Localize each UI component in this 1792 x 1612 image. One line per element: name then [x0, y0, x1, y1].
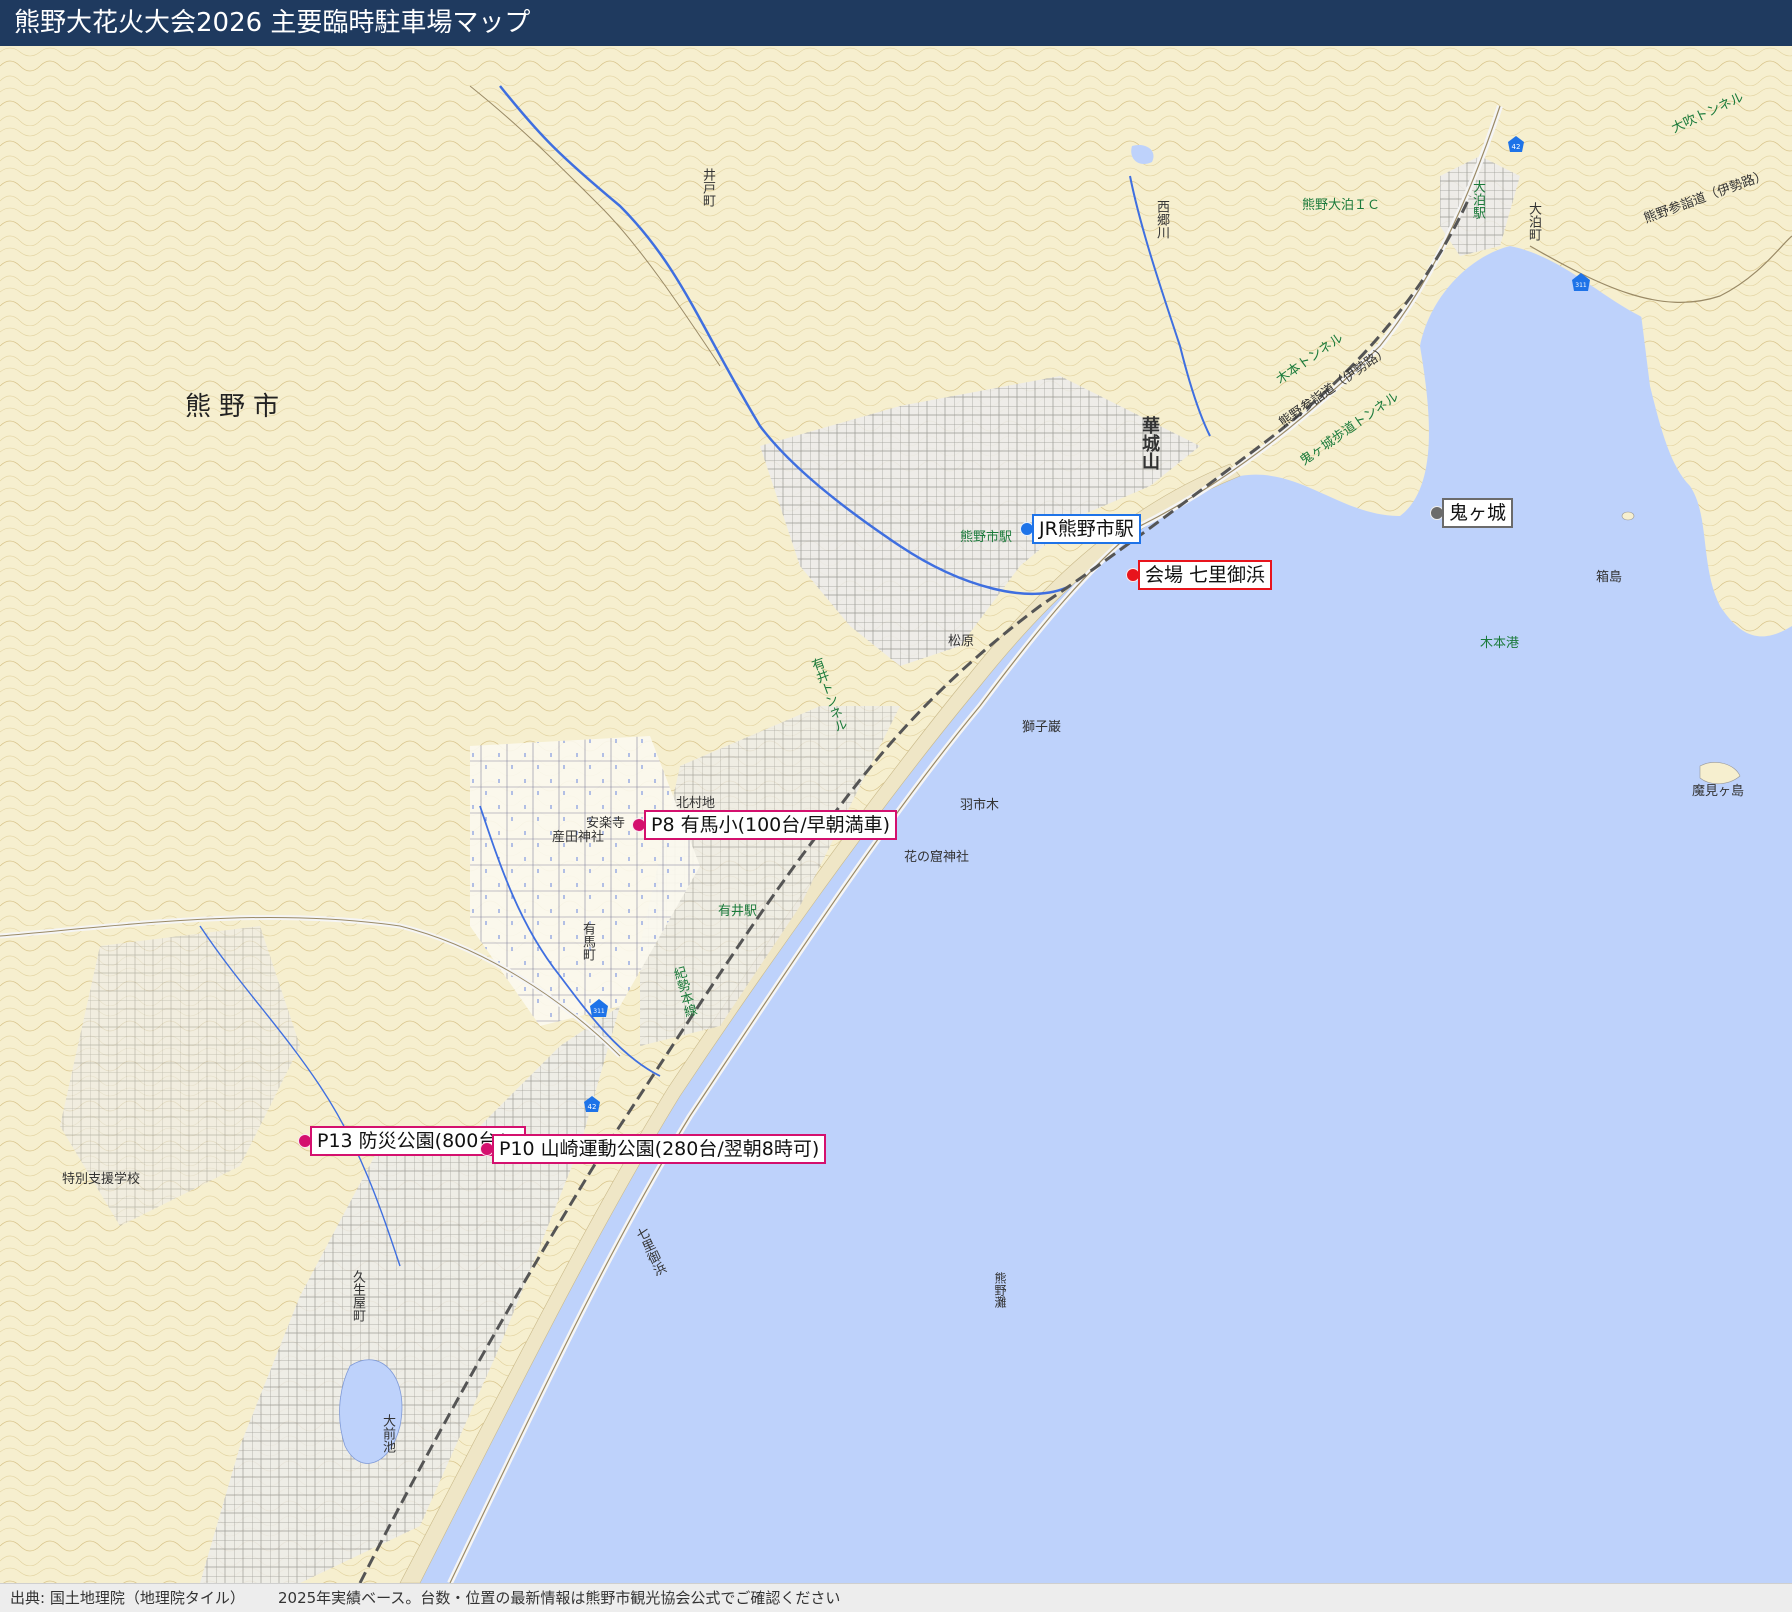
- onigajo-label: 鬼ヶ城: [1442, 498, 1514, 528]
- island-hakoshima: [1621, 511, 1635, 521]
- label-hananoiwaya: 花の窟神社: [904, 850, 970, 865]
- footer-source: 出典: 国土地理院（地理院タイル）: [10, 1589, 245, 1607]
- label-tokubetsu-school: 特別支援学校: [62, 1172, 141, 1187]
- label-ido-town: 井戸町: [700, 168, 715, 207]
- label-kitamura: 北村地: [676, 796, 716, 811]
- svg-text:311: 311: [1575, 282, 1587, 289]
- label-kumanonada: 熊野灘: [993, 1272, 1007, 1308]
- label-ohatsu-station: 大泊駅: [1470, 180, 1485, 219]
- svg-text:42: 42: [1512, 143, 1521, 151]
- label-hanajo: 華城山: [1139, 416, 1160, 470]
- label-ic: 熊野大泊ＩＣ: [1302, 198, 1381, 213]
- page-title: 熊野大花火大会2026 主要臨時駐車場マップ: [14, 8, 531, 38]
- label-kimoto-port: 木本港: [1480, 636, 1520, 651]
- label-arii-station: 有井駅: [718, 904, 758, 919]
- map-view[interactable]: 42 42 311 311 熊野市 熊野市駅 有井駅 大泊駅 熊野大泊ＩＣ 木本…: [0, 46, 1792, 1583]
- label-ohatsu-town: 大泊町: [1526, 202, 1541, 241]
- label-kumanoshi-station: 熊野市駅: [960, 530, 1013, 545]
- svg-text:42: 42: [588, 1103, 597, 1111]
- footer-note: 2025年実績ベース。台数・位置の最新情報は熊野市観光協会公式でご確認ください: [278, 1589, 841, 1607]
- label-anrakuji: 安楽寺: [586, 816, 626, 831]
- label-matsubara: 松原: [948, 634, 975, 649]
- label-makenogashima: 魔見ヶ島: [1692, 784, 1745, 799]
- venue-label: 会場 七里御浜: [1138, 560, 1273, 590]
- label-hakoshima: 箱島: [1596, 570, 1623, 585]
- station-label: JR熊野市駅: [1032, 514, 1141, 544]
- header-bar: 熊野大花火大会2026 主要臨時駐車場マップ: [0, 0, 1792, 46]
- svg-text:311: 311: [593, 1008, 605, 1015]
- label-habushi: 羽市木: [960, 798, 1000, 813]
- label-kumano-city: 熊野市: [185, 392, 288, 422]
- label-arima-town: 有馬町: [580, 922, 595, 961]
- label-shishiiwa: 獅子巌: [1022, 720, 1062, 735]
- p10-label: P10 山崎運動公園(280台/翌朝8時可): [492, 1134, 827, 1164]
- footer-bar: 出典: 国土地理院（地理院タイル） 2025年実績ベース。台数・位置の最新情報は…: [0, 1583, 1792, 1612]
- label-omaeike: 大前池: [380, 1414, 395, 1453]
- label-kusu-town: 久生屋町: [350, 1270, 365, 1322]
- label-nishigo-river: 西郷川: [1154, 200, 1169, 239]
- p8-label: P8 有馬小(100台/早朝満車): [644, 810, 898, 840]
